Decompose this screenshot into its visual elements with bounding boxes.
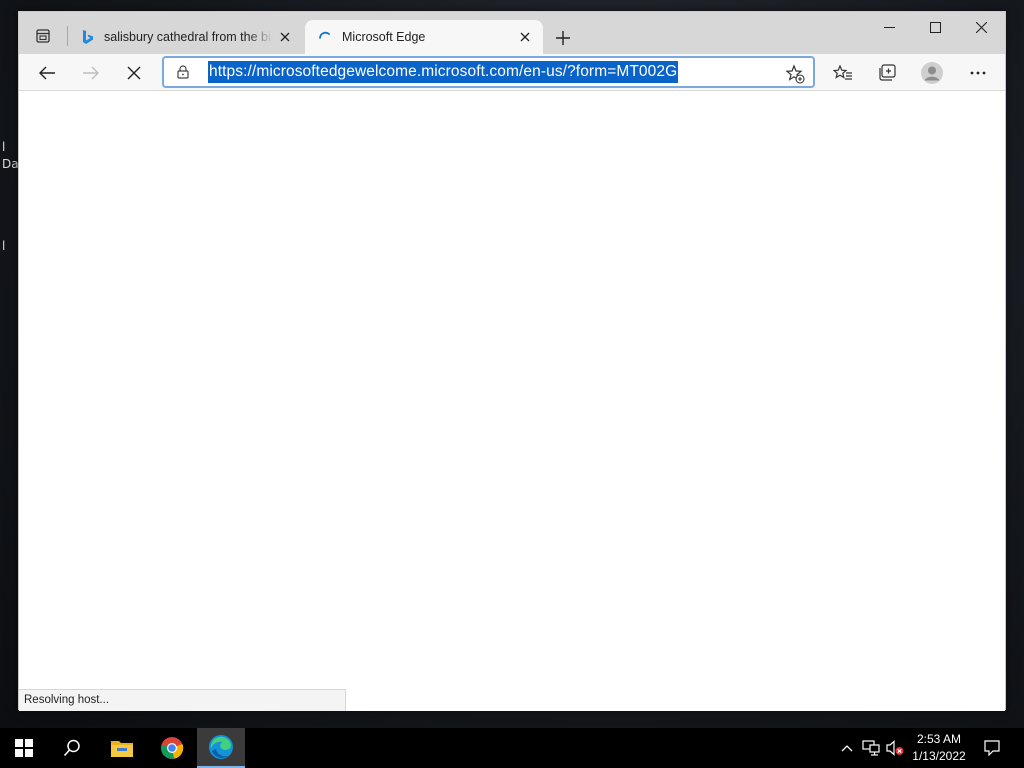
clock-time: 2:53 AM	[916, 732, 962, 746]
tab-actions-button[interactable]	[29, 23, 57, 49]
network-status-button[interactable]	[860, 728, 882, 768]
collections-icon	[879, 64, 896, 81]
back-button[interactable]	[31, 57, 63, 89]
maximize-icon	[929, 21, 941, 33]
volume-button[interactable]	[884, 728, 906, 768]
settings-more-button[interactable]	[962, 57, 994, 89]
close-tab-button[interactable]	[273, 25, 297, 49]
taskbar: 2:53 AM 1/13/2022	[0, 728, 1024, 768]
desktop-label: l	[2, 140, 6, 154]
notification-icon	[984, 740, 1000, 756]
tab-actions-icon	[36, 29, 50, 43]
stop-loading-button[interactable]	[118, 57, 150, 89]
close-icon	[975, 21, 987, 33]
chevron-up-icon	[841, 745, 853, 752]
arrow-left-icon	[39, 66, 55, 80]
collections-button[interactable]	[871, 57, 903, 89]
search-icon	[63, 739, 80, 757]
close-window-button[interactable]	[958, 12, 1004, 42]
new-tab-button[interactable]	[549, 24, 577, 52]
show-hidden-icons-button[interactable]	[837, 728, 857, 768]
search-button[interactable]	[48, 728, 96, 768]
browser-toolbar: https://microsoftedgewelcome.microsoft.c…	[19, 54, 1005, 91]
edge-icon	[209, 735, 233, 759]
add-favorite-button[interactable]	[783, 62, 807, 86]
forward-button[interactable]	[75, 57, 107, 89]
chrome-icon	[161, 737, 184, 759]
edge-button[interactable]	[197, 728, 245, 768]
file-explorer-button[interactable]	[98, 728, 146, 768]
plus-icon	[556, 31, 570, 45]
arrow-right-icon	[83, 66, 99, 80]
network-wired-icon	[862, 740, 880, 756]
tab-strip: salisbury cathedral from the bish Micros…	[19, 12, 1005, 54]
lock-icon[interactable]	[168, 65, 198, 79]
file-explorer-icon	[111, 741, 133, 757]
close-icon	[520, 32, 530, 42]
taskbar-clock[interactable]: 2:53 AM 1/13/2022	[904, 731, 974, 765]
profile-button[interactable]	[916, 57, 948, 89]
desktop-label: Da	[2, 157, 19, 171]
tab-separator	[67, 26, 68, 46]
url-text[interactable]: https://microsoftedgewelcome.microsoft.c…	[208, 61, 679, 83]
maximize-button[interactable]	[912, 12, 958, 42]
tab-bing-search[interactable]: salisbury cathedral from the bish	[69, 20, 303, 54]
bing-icon	[83, 30, 93, 44]
star-add-icon	[785, 64, 805, 84]
tab-title: Microsoft Edge	[342, 30, 426, 44]
clock-date: 1/13/2022	[912, 749, 966, 763]
tab-microsoft-edge[interactable]: Microsoft Edge	[305, 20, 543, 54]
favorites-button[interactable]	[827, 57, 859, 89]
favorites-icon	[833, 64, 852, 80]
windows-start-icon	[15, 739, 33, 757]
address-bar[interactable]: https://microsoftedgewelcome.microsoft.c…	[162, 56, 815, 88]
edge-browser-window: salisbury cathedral from the bish Micros…	[18, 11, 1006, 711]
page-content-area[interactable]: Resolving host...	[19, 92, 1005, 711]
close-icon	[280, 32, 290, 42]
chrome-button[interactable]	[148, 728, 196, 768]
action-center-button[interactable]	[978, 728, 1006, 768]
status-bar: Resolving host...	[19, 689, 346, 711]
avatar-icon	[921, 62, 943, 84]
close-icon	[127, 66, 141, 80]
loading-spinner-icon	[319, 31, 330, 39]
tab-title: salisbury cathedral from the bish	[104, 30, 273, 44]
close-tab-button[interactable]	[513, 25, 537, 49]
minimize-button[interactable]	[866, 12, 912, 42]
volume-muted-icon	[886, 740, 904, 756]
minimize-icon	[883, 26, 895, 28]
start-button[interactable]	[0, 728, 48, 768]
more-horizontal-icon	[970, 71, 986, 75]
desktop-label: l	[2, 239, 6, 253]
